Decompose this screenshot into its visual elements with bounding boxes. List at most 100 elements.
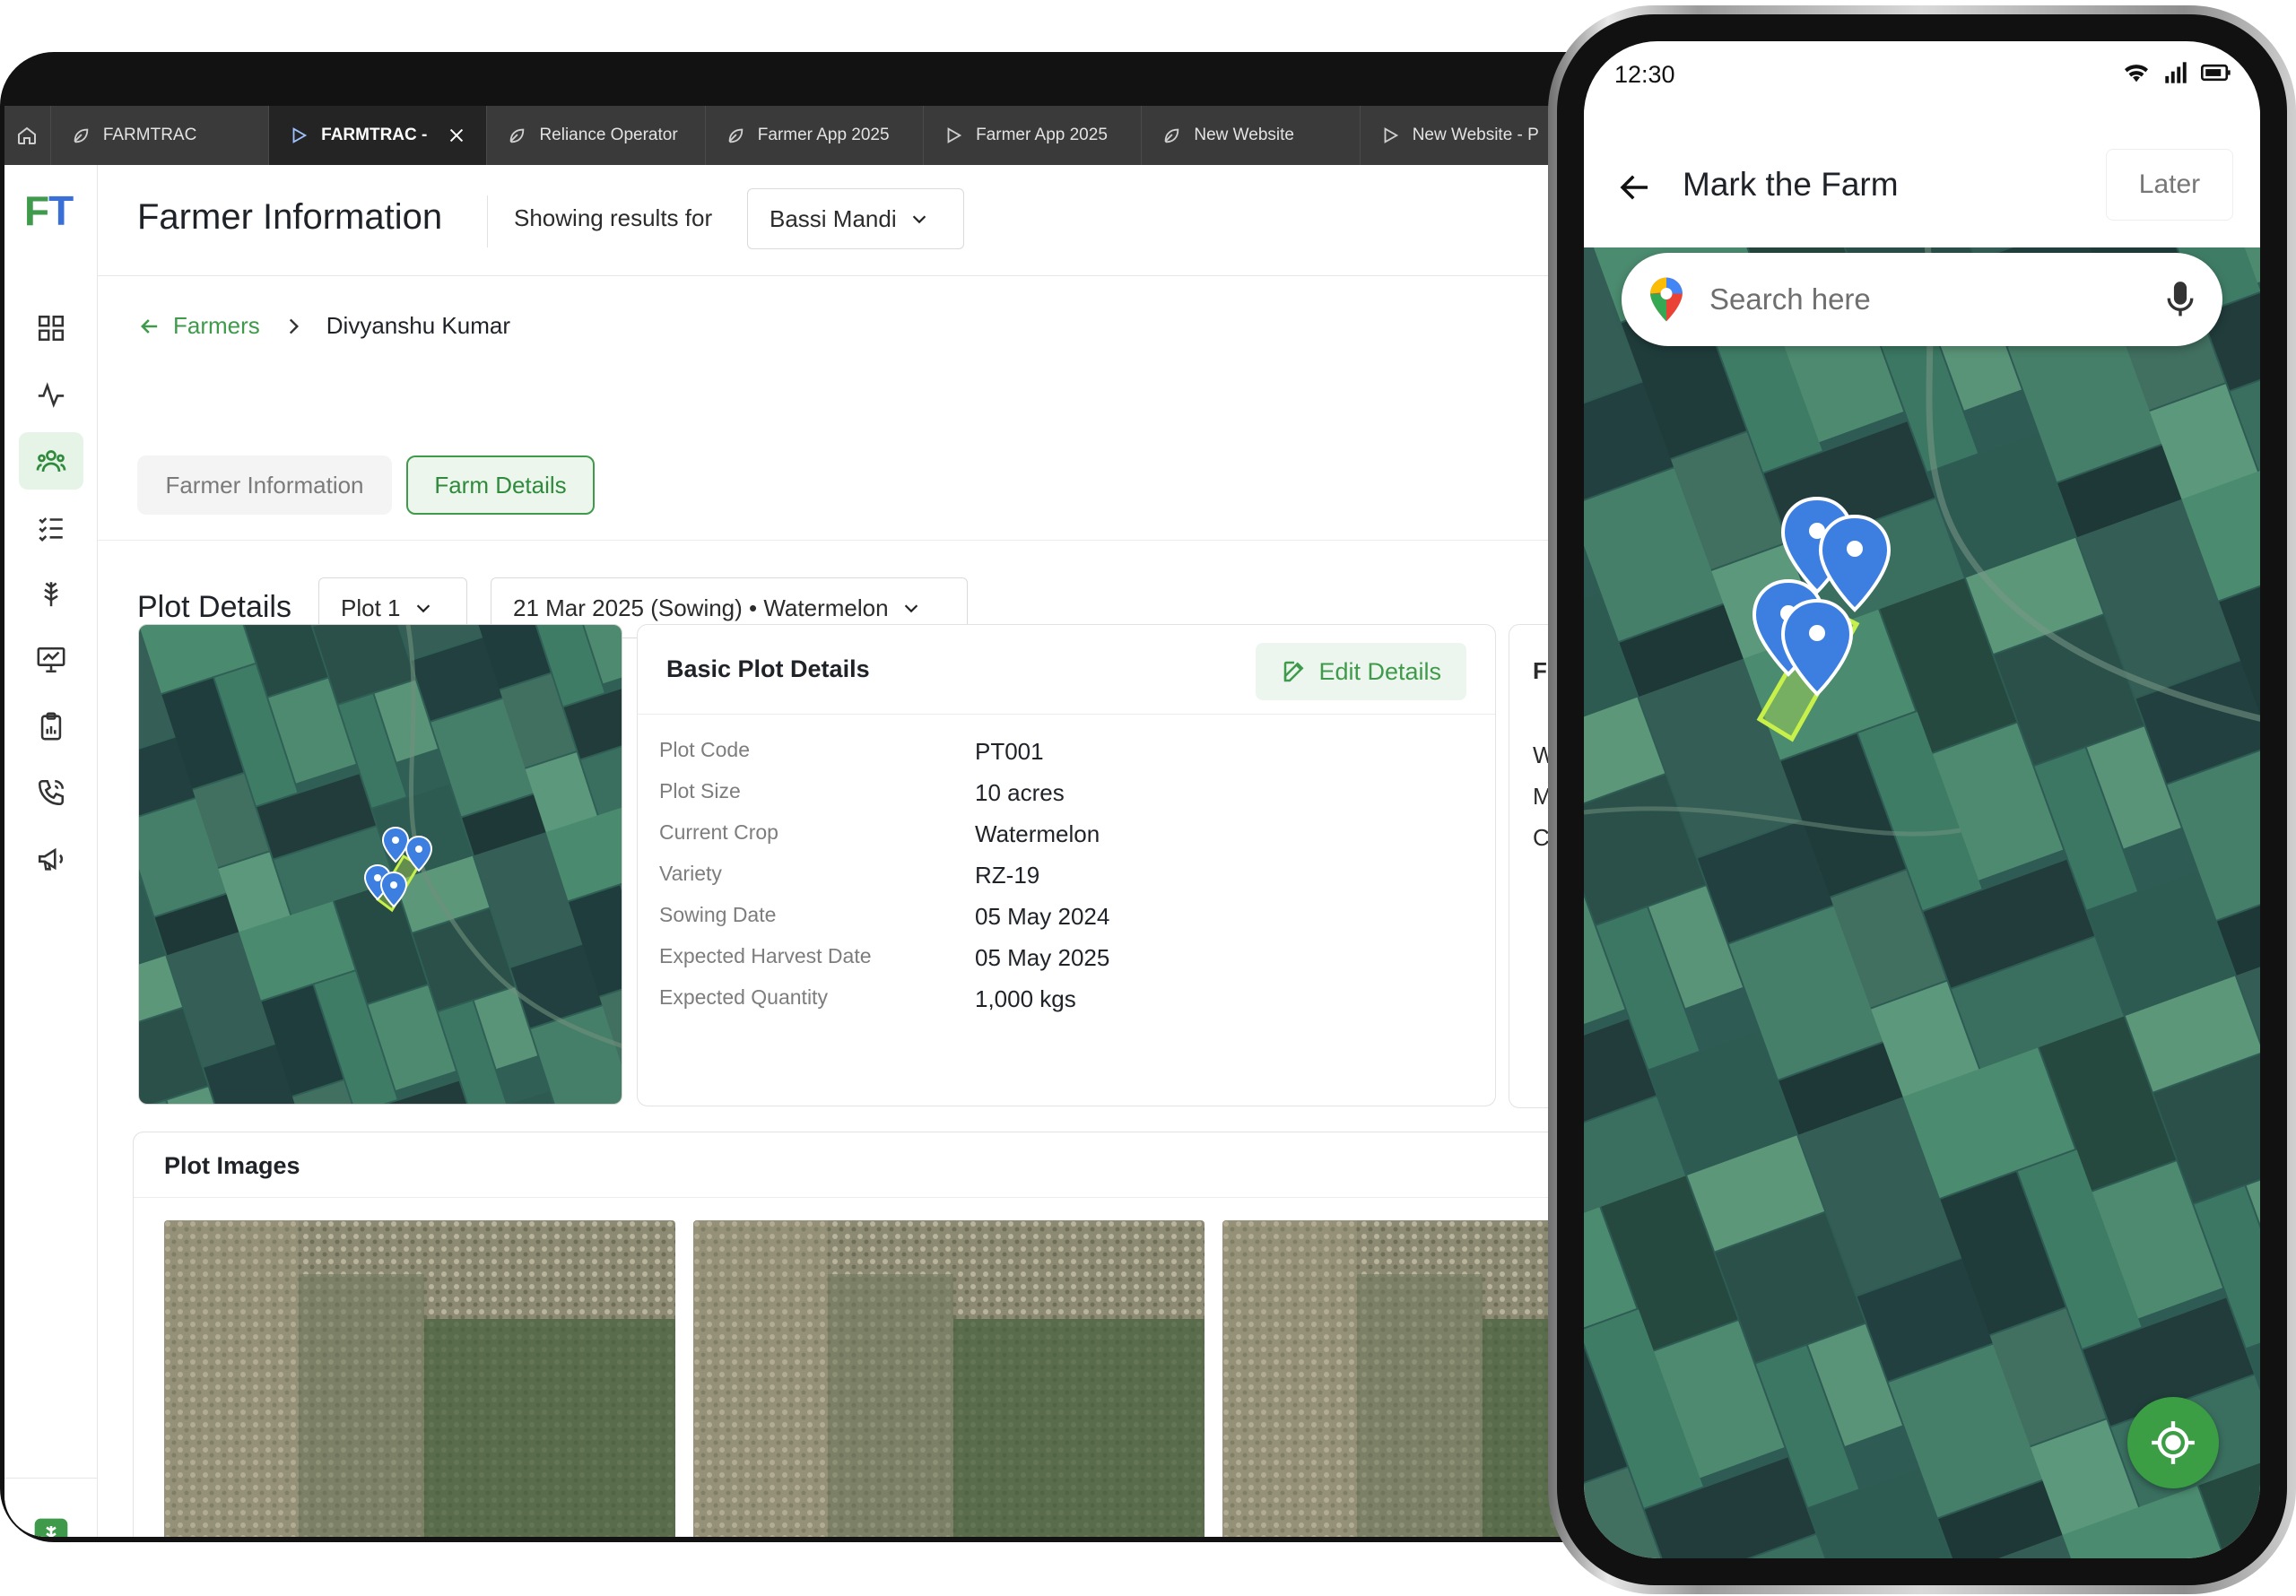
home-tab[interactable] [4, 106, 51, 165]
phone-bezel: 12:30 Mark the Farm Later [1557, 14, 2287, 1585]
arrow-left-icon[interactable] [137, 314, 162, 339]
plot-images-title: Plot Images [164, 1152, 300, 1179]
browser-tab-6[interactable]: New Website - P [1361, 106, 1578, 165]
browser-tab-bar: FARMTRAC FARMTRAC - Reliance Operator Fa… [4, 106, 1578, 165]
map-pin-logo-icon [1650, 277, 1683, 322]
phone-screen: 12:30 Mark the Farm Later [1584, 41, 2260, 1558]
phone-screen-title: Mark the Farm [1683, 166, 1899, 203]
sidebar-item-dashboard[interactable] [19, 299, 83, 357]
browser-tab-3[interactable]: Farmer App 2025 [706, 106, 925, 165]
play-icon [292, 127, 308, 143]
plot-details-title: Plot Details [137, 590, 291, 624]
plot-images-divider [134, 1197, 1578, 1198]
microphone-icon[interactable] [2165, 280, 2196, 319]
sidebar-item-crops[interactable] [19, 565, 83, 622]
browser-tab-4[interactable]: Farmer App 2025 [924, 106, 1143, 165]
battery-icon [2201, 64, 2231, 82]
browser-tab-label: Farmer App 2025 [757, 126, 890, 144]
detail-value: 05 May 2025 [975, 944, 1110, 971]
chevron-right-icon [289, 318, 299, 334]
sidebar-item-announcements[interactable] [19, 830, 83, 888]
status-bar-time: 12:30 [1614, 61, 1675, 88]
locate-me-button[interactable] [2127, 1397, 2219, 1488]
signal-icon [2165, 62, 2187, 83]
breadcrumb-farmers-link[interactable]: Farmers [173, 312, 260, 340]
browser-tab-5[interactable]: New Website [1142, 106, 1361, 165]
detail-value: 1,000 kgs [975, 985, 1076, 1012]
sidebar-item-reports[interactable] [19, 631, 83, 689]
secondary-card-row: C [1533, 824, 1550, 851]
sidebar-item-calls[interactable] [19, 764, 83, 821]
detail-row: Current Crop Watermelon [659, 820, 1477, 856]
detail-label: Plot Code [659, 738, 751, 761]
plot-image[interactable] [693, 1220, 1205, 1537]
users-icon [36, 450, 66, 473]
card-header: Basic Plot Details Edit Details [638, 625, 1495, 715]
plot-image[interactable] [164, 1220, 675, 1537]
browser-tab-1[interactable]: FARMTRAC - [269, 106, 488, 165]
breadcrumb: Farmers Divyanshu Kumar [137, 312, 510, 340]
browser-tab-0[interactable]: FARMTRAC [51, 106, 270, 165]
browser-tab-label: Reliance Operator [539, 126, 678, 144]
browser-tab-2[interactable]: Reliance Operator [487, 106, 706, 165]
play-icon [947, 127, 962, 143]
back-arrow-icon[interactable] [1616, 169, 1654, 206]
header-divider [487, 195, 488, 247]
detail-row: Expected Quantity 1,000 kgs [659, 985, 1477, 1021]
page-header: Farmer Information Showing results for B… [98, 165, 1578, 276]
close-icon[interactable] [447, 126, 466, 145]
plot-images-card: Plot Images [133, 1132, 1578, 1537]
phone-app-bar: Mark the Farm Later [1584, 109, 2260, 247]
detail-row: Sowing Date 05 May 2024 [659, 903, 1477, 939]
browser-tab-label: FARMTRAC [102, 126, 197, 144]
app-badge-icon [34, 1518, 68, 1537]
plot-map-thumbnail[interactable] [138, 624, 622, 1105]
detail-label: Plot Size [659, 779, 741, 802]
sidebar-item-activity[interactable] [19, 366, 83, 423]
detail-value: Watermelon [975, 820, 1100, 847]
basic-plot-details-card: Basic Plot Details Edit Details Plot Cod… [637, 624, 1496, 1106]
farm-map[interactable] [1584, 220, 2260, 1558]
crop-icon [44, 582, 58, 607]
later-button[interactable]: Later [2106, 149, 2233, 221]
detail-label: Current Crop [659, 820, 778, 844]
breadcrumb-current: Divyanshu Kumar [326, 312, 510, 339]
leaf-icon [510, 128, 525, 143]
map-search-input[interactable] [1708, 282, 2142, 317]
sidebar-item-clipboard[interactable] [19, 698, 83, 755]
sidebar-item-tasks[interactable] [19, 499, 83, 556]
detail-value: PT001 [975, 738, 1044, 765]
tab-farmer-information[interactable]: Farmer Information [137, 455, 392, 515]
play-icon [1384, 127, 1398, 143]
detail-label: Sowing Date [659, 903, 777, 926]
sidebar-item-farmers[interactable] [19, 432, 83, 490]
sidebar-divider [4, 1478, 97, 1479]
chevron-down-icon [416, 604, 430, 613]
desktop-device-frame: FARMTRAC FARMTRAC - Reliance Operator Fa… [0, 52, 1578, 1542]
location-select-value: Bassi Mandi [770, 204, 897, 232]
detail-row: Variety RZ-19 [659, 862, 1477, 898]
map-search-bar[interactable] [1622, 253, 2222, 346]
detail-row: Plot Code PT001 [659, 738, 1477, 774]
detail-label: Expected Harvest Date [659, 944, 872, 967]
status-bar-icons [2122, 61, 2231, 84]
sidebar-item-app[interactable] [19, 1506, 83, 1537]
edit-details-button[interactable]: Edit Details [1256, 643, 1466, 700]
location-select[interactable]: Bassi Mandi [747, 188, 964, 249]
detail-row: Expected Harvest Date 05 May 2025 [659, 944, 1477, 980]
activity-icon [38, 382, 65, 408]
browser-tab-label: New Website - P [1412, 126, 1539, 144]
tab-farm-details[interactable]: Farm Details [406, 455, 595, 515]
checklist-icon [39, 517, 63, 542]
app-logo[interactable]: FT [24, 186, 74, 235]
desktop-screen: FARMTRAC FARMTRAC - Reliance Operator Fa… [4, 106, 1578, 1537]
leaf-icon [74, 128, 89, 143]
chevron-down-icon [912, 215, 926, 224]
plot-image[interactable] [1222, 1220, 1578, 1537]
wifi-icon [2125, 65, 2148, 82]
detail-label: Variety [659, 862, 722, 885]
detail-value: RZ-19 [975, 862, 1040, 889]
browser-tab-label: New Website [1194, 126, 1294, 144]
page-title: Farmer Information [137, 197, 443, 237]
tabs-divider [98, 540, 1578, 541]
